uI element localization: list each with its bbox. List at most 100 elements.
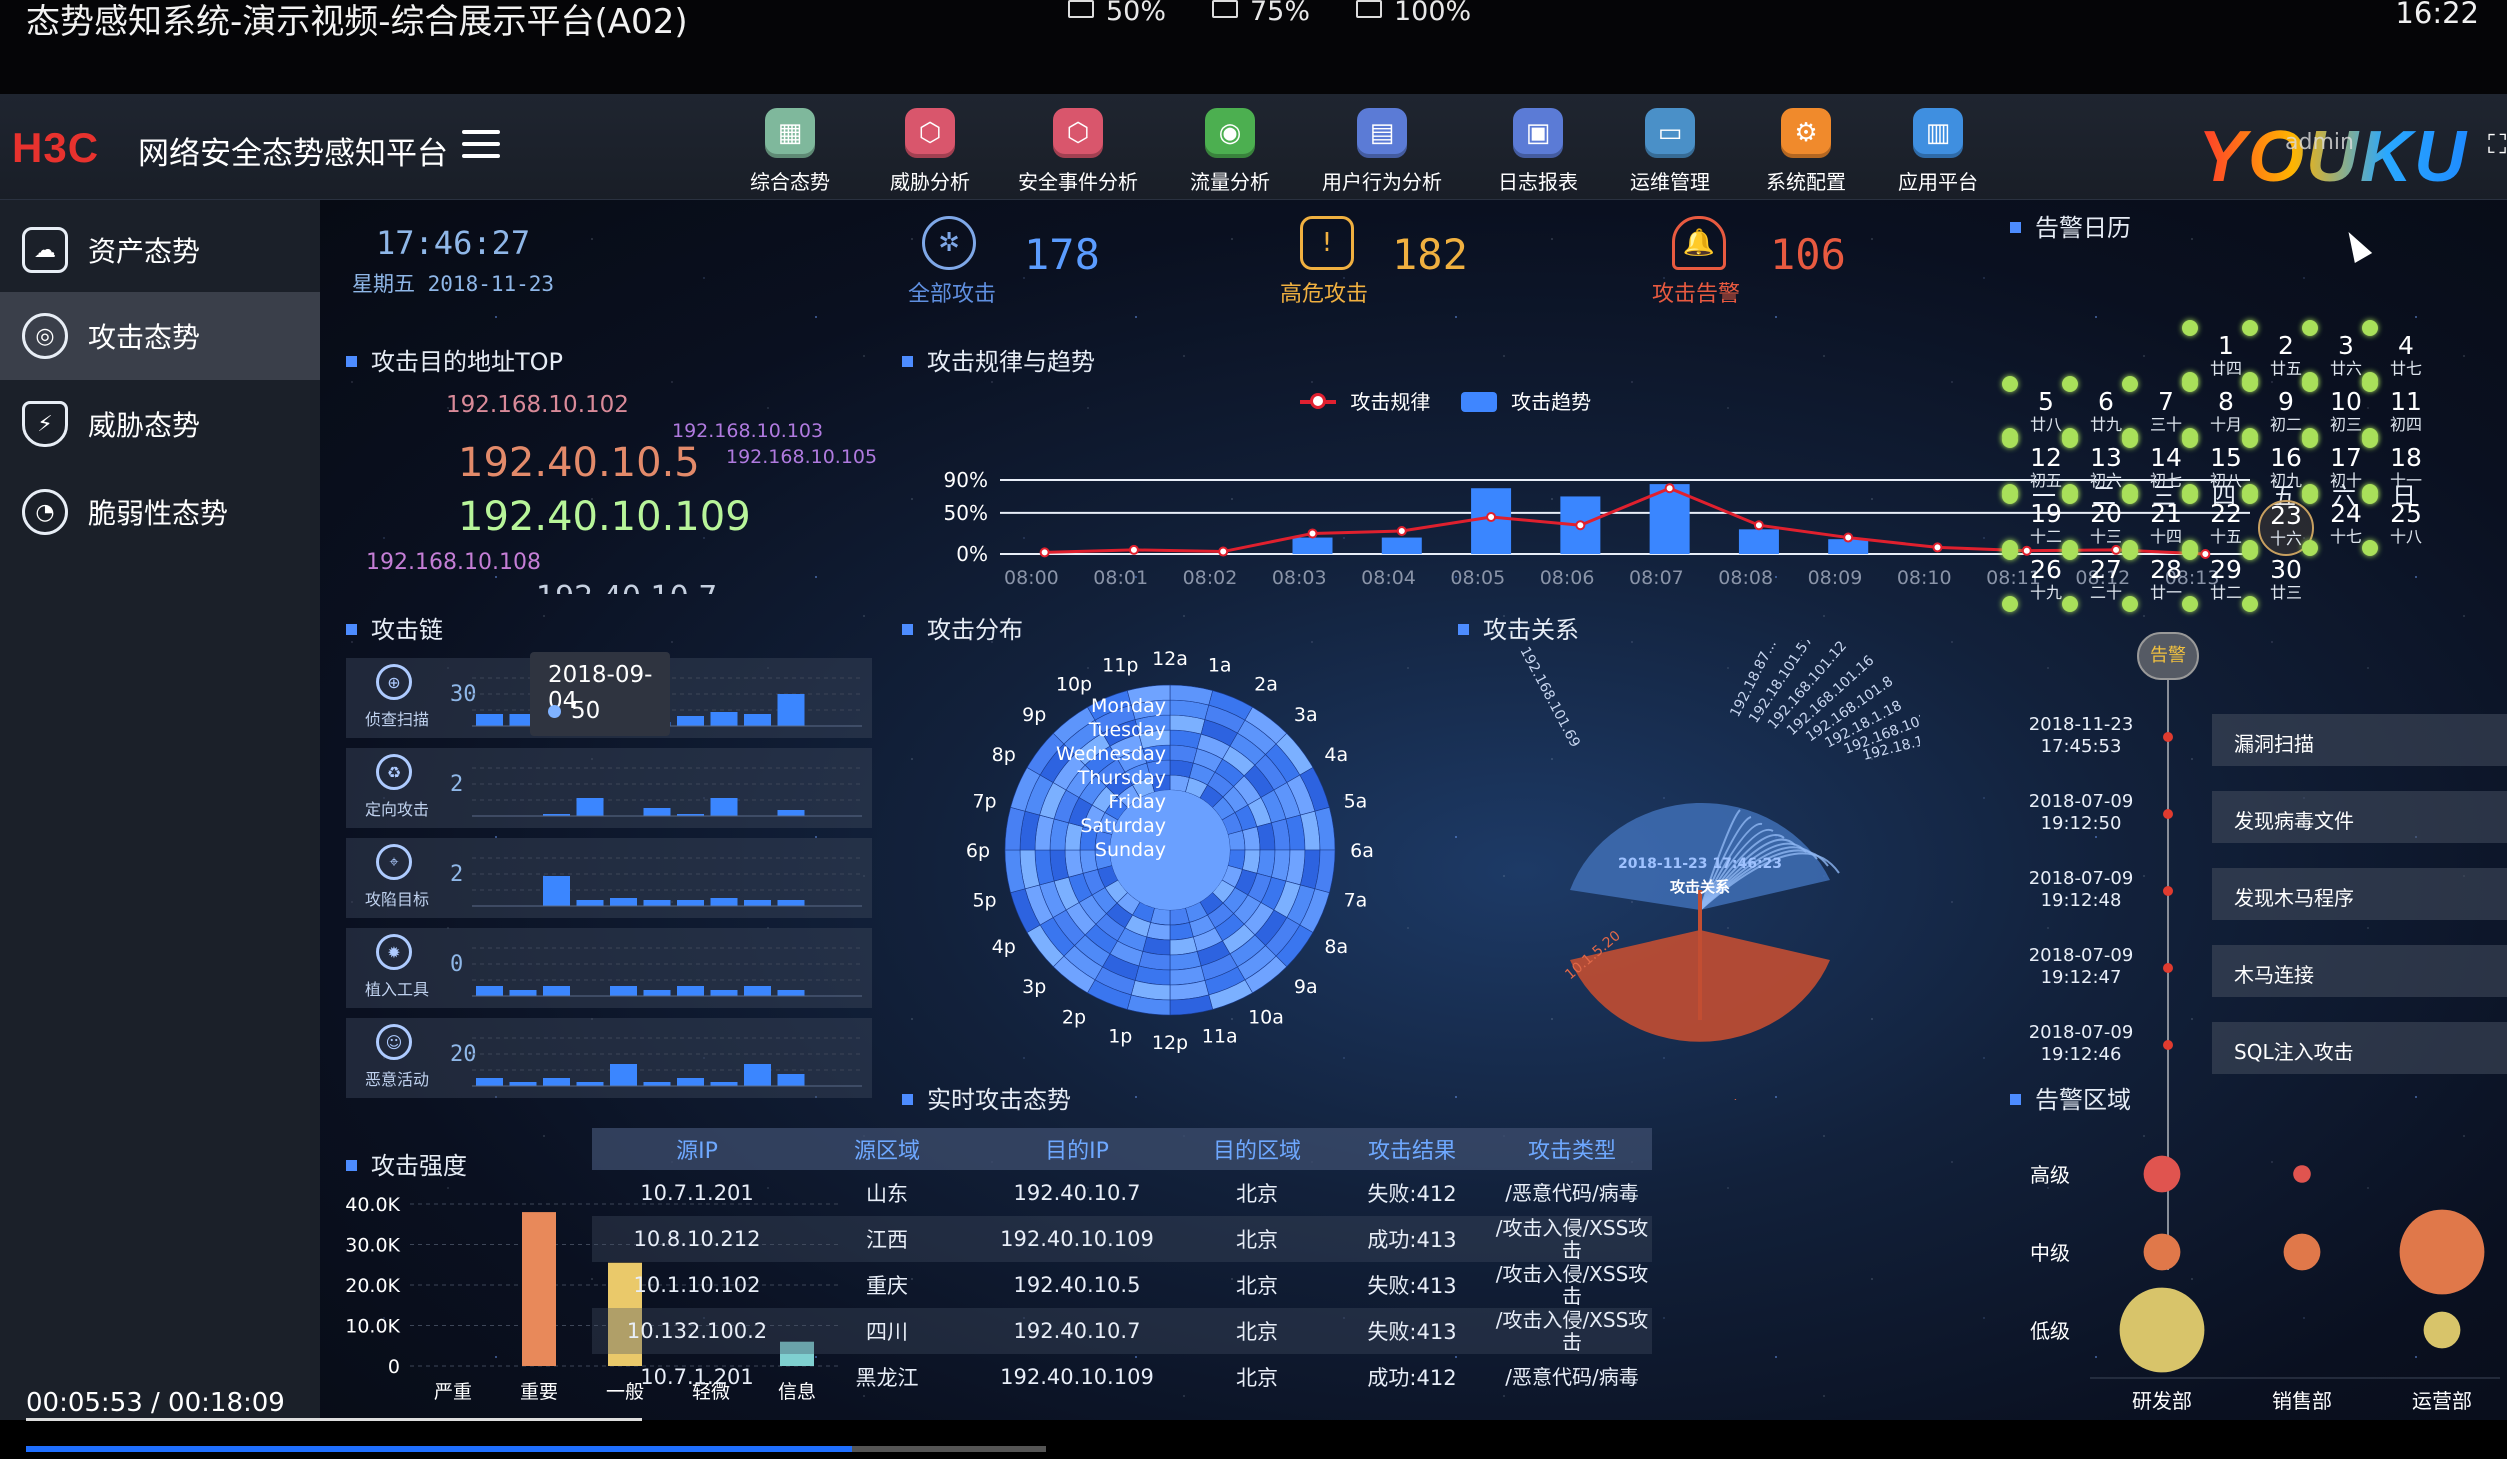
calendar-day[interactable]: 12 初五 xyxy=(2018,444,2074,490)
calendar-day[interactable]: 4 廿七 xyxy=(2378,332,2434,378)
hour-label: 1p xyxy=(1108,1025,1132,1047)
calendar-day[interactable]: 5 廿八 xyxy=(2018,388,2074,434)
calendar-day[interactable]: 11 初四 xyxy=(2378,388,2434,434)
calendar-day[interactable]: 3 廿六 xyxy=(2318,332,2374,378)
calendar-day[interactable]: 21 十四 xyxy=(2138,500,2194,546)
calendar-day[interactable]: 18 十一 xyxy=(2378,444,2434,490)
column-header[interactable]: 目的区域 xyxy=(1182,1128,1332,1170)
nav-item[interactable]: ▭ 运维管理 xyxy=(1600,108,1740,195)
attack-relation-chart: 2018-11-23 17:46:23攻击关系192.168.101.69 192… xyxy=(1516,640,1920,1100)
gear-icon: ✲ xyxy=(922,216,976,270)
calendar-day[interactable]: 17 初十 xyxy=(2318,444,2374,490)
calendar-day[interactable]: 26 十九 xyxy=(2018,556,2074,602)
calendar-day[interactable]: 22 十五 xyxy=(2198,500,2254,546)
target-ip[interactable]: 192.40.10.7 xyxy=(536,580,717,594)
chain-row[interactable]: ☺ 恶意活动 20 xyxy=(346,1018,872,1098)
bubble xyxy=(2283,1233,2321,1271)
legend-line-marker xyxy=(1300,393,1336,409)
target-ip[interactable]: 192.40.10.5 xyxy=(458,440,700,486)
target-ip[interactable]: 192.168.10.108 xyxy=(366,550,541,575)
target-ip[interactable]: 192.40.10.109 xyxy=(458,494,751,540)
calendar-day[interactable]: 1 廿四 xyxy=(2198,332,2254,378)
legend-label[interactable]: 攻击规律 xyxy=(1350,390,1430,414)
timeline-event[interactable]: SQL注入攻击 xyxy=(2212,1022,2507,1074)
nav-item[interactable]: ▤ 用户行为分析 xyxy=(1312,108,1452,195)
table-row[interactable]: 10.1.10.102 重庆 192.40.10.5 北京 失败:413/攻击入侵/XS… xyxy=(592,1262,1652,1308)
nav-item[interactable]: ⬡ 安全事件分析 xyxy=(1008,108,1148,195)
timeline-event[interactable]: 木马连接 xyxy=(2212,945,2507,997)
calendar-day[interactable]: 24 十七 xyxy=(2318,500,2374,546)
table-cell: 192.40.10.7 xyxy=(972,1308,1182,1354)
calendar-day[interactable]: 25 十八 xyxy=(2378,500,2434,546)
table-row[interactable]: 10.7.1.201 山东 192.40.10.7 北京 失败:412/恶意代码/病毒 xyxy=(592,1170,1652,1216)
hamburger-menu-icon[interactable] xyxy=(462,130,500,160)
sidebar-item-threat[interactable]: ⚡ 威胁态势 xyxy=(0,380,320,468)
y-category-label: 低级 xyxy=(2030,1319,2070,1343)
calendar-day[interactable]: 2 廿五 xyxy=(2258,332,2314,378)
y-tick-label: 90% xyxy=(944,468,988,492)
calendar-day[interactable]: 8 十月 xyxy=(2198,388,2254,434)
column-header[interactable]: 攻击类型 xyxy=(1492,1128,1652,1170)
timeline-time: 2018-07-09 19:12:46 xyxy=(2028,1022,2134,1065)
timeline-event[interactable]: 发现木马程序 xyxy=(2212,868,2507,920)
calendar-day[interactable]: 29 廿二 xyxy=(2198,556,2254,602)
table-row[interactable]: 10.8.10.212 江西 192.40.10.109 北京 成功:413/攻击入侵/… xyxy=(592,1216,1652,1262)
user-name[interactable]: admin xyxy=(2285,130,2354,155)
calendar-day[interactable]: 20 十三 xyxy=(2078,500,2134,546)
nav-item[interactable]: ◉ 流量分析 xyxy=(1160,108,1300,195)
chain-row[interactable]: ✹ 植入工具 0 xyxy=(346,928,872,1008)
column-header[interactable]: 目的IP xyxy=(972,1128,1182,1170)
x-tick-label: 08:07 xyxy=(1629,567,1684,589)
intensity-bar xyxy=(522,1212,556,1366)
calendar-day[interactable]: 13 初六 xyxy=(2078,444,2134,490)
alarm-dot xyxy=(2242,376,2258,392)
bug-icon: ✹ xyxy=(376,934,412,970)
nav-item[interactable]: ▣ 日志报表 xyxy=(1468,108,1608,195)
sidebar-item-vulnerability[interactable]: ◔ 脆弱性态势 xyxy=(0,468,320,556)
quality-100-option[interactable]: 100% xyxy=(1356,0,1471,27)
hour-label: 12p xyxy=(1152,1032,1188,1054)
column-header[interactable]: 攻击结果 xyxy=(1332,1128,1492,1170)
calendar-day[interactable]: 19 十二 xyxy=(2018,500,2074,546)
calendar-day[interactable]: 15 初八 xyxy=(2198,444,2254,490)
legend-label[interactable]: 攻击趋势 xyxy=(1511,390,1591,414)
fullscreen-icon[interactable]: ⛶ xyxy=(2488,130,2506,161)
column-header[interactable]: 源区域 xyxy=(802,1128,972,1170)
calendar-day[interactable]: 16 初九 xyxy=(2258,444,2314,490)
sidebar-item-asset[interactable]: ☁ 资产态势 xyxy=(0,206,320,294)
chain-bar xyxy=(576,1082,604,1086)
calendar-day[interactable]: 27 二十 xyxy=(2078,556,2134,602)
calendar-day[interactable]: 6 廿九 xyxy=(2078,388,2134,434)
quality-50-option[interactable]: 50% xyxy=(1068,0,1166,27)
calendar-day[interactable]: 28 廿一 xyxy=(2138,556,2194,602)
sidebar-item-attack[interactable]: ◎ 攻击态势 xyxy=(0,292,320,380)
nav-item[interactable]: ▥ 应用平台 xyxy=(1868,108,2008,195)
timeline-event[interactable]: 发现病毒文件 xyxy=(2212,791,2507,843)
panel-title-attack-target: 攻击目的地址TOP xyxy=(346,342,563,377)
cube-icon: ⬡ xyxy=(1053,108,1103,158)
table-row[interactable]: 10.132.100.2 四川 192.40.10.7 北京 失败:413/攻击入侵/X… xyxy=(592,1308,1652,1354)
calendar-day[interactable]: 10 初三 xyxy=(2318,388,2374,434)
chain-row[interactable]: ⌖ 攻陷目标 2 xyxy=(346,838,872,918)
nav-item[interactable]: ⬡ 威胁分析 xyxy=(860,108,1000,195)
relation-ip: 192.168.101.69 xyxy=(1516,644,1582,750)
timeline-dot xyxy=(2163,886,2173,896)
calendar-day[interactable]: 14 初七 xyxy=(2138,444,2194,490)
timeline-event[interactable]: 漏洞扫描 xyxy=(2212,714,2507,766)
calendar-day[interactable]: 7 三十 xyxy=(2138,388,2194,434)
quality-75-option[interactable]: 75% xyxy=(1212,0,1310,27)
table-cell: 10.1.10.102 xyxy=(633,1273,761,1297)
video-progress-fill[interactable] xyxy=(26,1446,853,1452)
alarm-dot xyxy=(2122,376,2138,392)
target-ip[interactable]: 192.168.10.103 xyxy=(672,420,823,442)
quality-icon xyxy=(1212,0,1238,18)
column-header[interactable]: 源IP xyxy=(592,1128,802,1170)
nav-item[interactable]: ⚙ 系统配置 xyxy=(1736,108,1876,195)
calendar-day[interactable]: 30 廿三 xyxy=(2258,556,2314,602)
target-ip[interactable]: 192.168.10.102 xyxy=(446,392,629,418)
target-ip[interactable]: 192.168.10.105 xyxy=(726,446,877,468)
nav-item[interactable]: ▦ 综合态势 xyxy=(720,108,860,195)
calendar-day[interactable]: 9 初二 xyxy=(2258,388,2314,434)
alarm-dot xyxy=(2002,432,2018,448)
chain-row[interactable]: ♻ 定向攻击 2 xyxy=(346,748,872,828)
